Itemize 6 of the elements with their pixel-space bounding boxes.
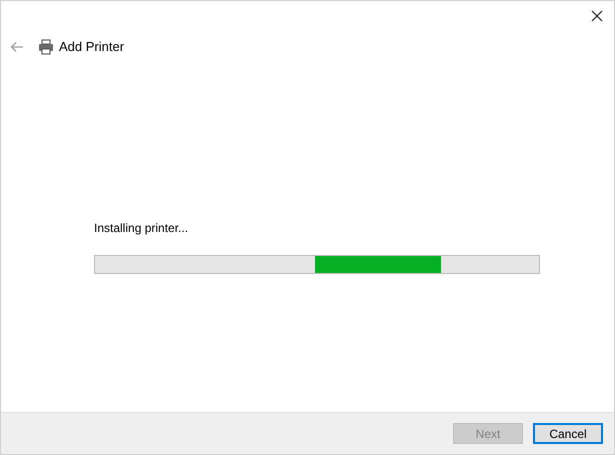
status-text: Installing printer... (94, 220, 190, 237)
window-title: Add Printer (59, 38, 124, 56)
printer-icon (38, 39, 54, 55)
dialog-button[interactable]: Cancel (533, 423, 603, 444)
back-arrow-icon[interactable] (10, 41, 24, 53)
close-icon[interactable] (591, 10, 603, 22)
